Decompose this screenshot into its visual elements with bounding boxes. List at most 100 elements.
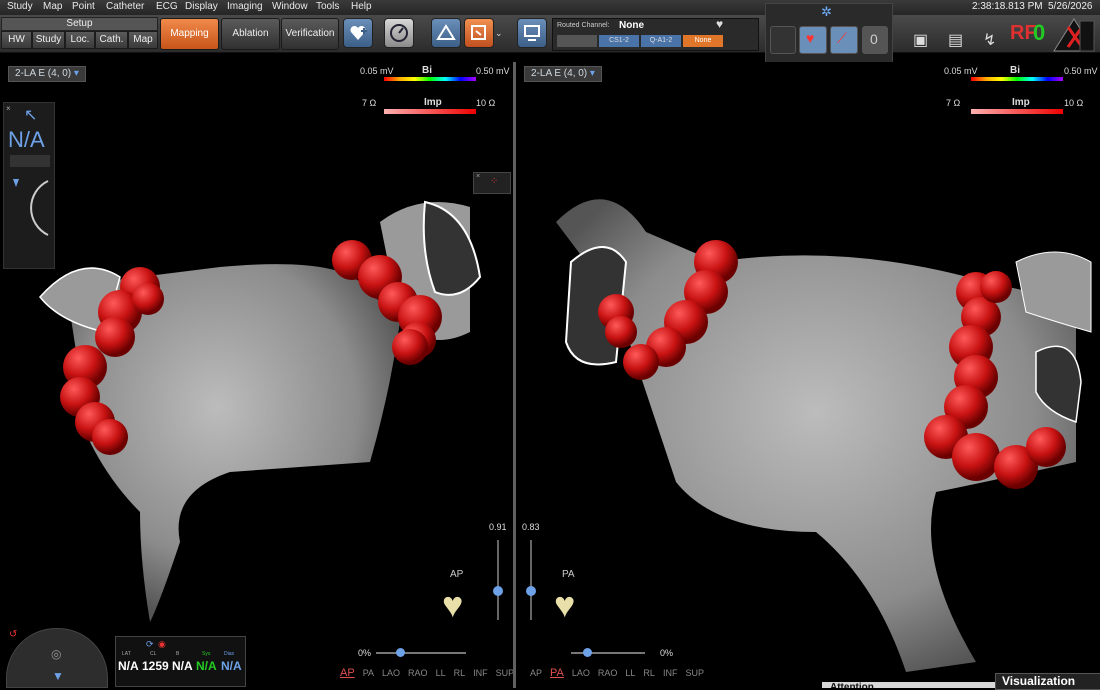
view-pa[interactable]: PA xyxy=(550,667,564,679)
left-heart-orientation-icon[interactable]: ♥ xyxy=(442,584,463,626)
right-map-selector[interactable]: 2-LA E (4, 0) ▾ xyxy=(524,66,602,82)
menu-help[interactable]: Help xyxy=(351,1,372,12)
right-view-presets: AP PA LAO RAO LL RL INF SUP xyxy=(530,667,712,679)
ring-button[interactable] xyxy=(770,26,796,54)
left-bi-name: Bi xyxy=(422,65,432,76)
view-rao[interactable]: RAO xyxy=(598,668,618,678)
right-bi-min: 0.05 mV xyxy=(944,66,978,76)
tab-hw[interactable]: HW xyxy=(1,31,32,49)
right-imp-name: Imp xyxy=(1012,97,1030,108)
view-ap[interactable]: AP xyxy=(340,667,355,679)
gear-icon[interactable]: ✲ xyxy=(821,4,832,20)
right-anatomy xyxy=(556,199,1092,673)
menu-ecg[interactable]: ECG xyxy=(156,1,178,12)
tab-loc[interactable]: Loc. xyxy=(65,31,95,49)
routed-channel-label: Routed Channel: xyxy=(557,22,610,29)
left-zoom-slider[interactable] xyxy=(376,652,466,654)
left-zoom-handle[interactable] xyxy=(396,648,405,657)
right-opacity-value: 0.83 xyxy=(522,522,540,532)
gauge-icon xyxy=(390,24,408,42)
heart-view-button[interactable]: ♥ xyxy=(799,26,827,54)
chevron-down-icon[interactable]: ⌄ xyxy=(495,28,503,39)
view-ll[interactable]: LL xyxy=(436,668,446,678)
snapshot-button[interactable] xyxy=(464,18,494,48)
left-opacity-slider[interactable] xyxy=(497,540,499,620)
right-zoom-handle[interactable] xyxy=(583,648,592,657)
computer-icon: ▣ xyxy=(913,32,929,49)
routed-blank-button[interactable] xyxy=(557,35,597,47)
right-orient-label: PA xyxy=(562,569,575,580)
tab-study[interactable]: Study xyxy=(32,31,65,49)
connector-icon: ↯ xyxy=(983,32,997,49)
menu-display[interactable]: Display xyxy=(185,1,218,12)
sensor-button[interactable] xyxy=(384,18,414,48)
status-date: 5/26/2026 xyxy=(1048,1,1093,12)
heart-add-button[interactable] xyxy=(343,18,373,48)
view-rl[interactable]: RL xyxy=(454,668,466,678)
dots-icon: ⁘ xyxy=(490,176,499,187)
menu-map[interactable]: Map xyxy=(43,1,62,12)
view-ap[interactable]: AP xyxy=(530,668,542,678)
right-bi-name: Bi xyxy=(1010,65,1020,76)
view-ll[interactable]: LL xyxy=(625,668,635,678)
heart-monitor-icon[interactable]: ♥ xyxy=(716,17,723,31)
verification-button[interactable]: Verification xyxy=(281,18,339,50)
mapping-button[interactable]: Mapping xyxy=(160,18,219,50)
tab-map[interactable]: Map xyxy=(128,31,158,49)
menu-tools[interactable]: Tools xyxy=(316,1,339,12)
right-imp-min: 7 Ω xyxy=(946,98,961,108)
display-icon: ▤ xyxy=(948,32,964,49)
routed-qa12-button[interactable]: Q-A1-2 xyxy=(641,35,681,47)
catheter-icon: ⟋ xyxy=(837,30,847,46)
menu-window[interactable]: Window xyxy=(272,1,308,12)
mini-legend[interactable]: × ⁘ xyxy=(473,172,511,194)
view-lao[interactable]: LAO xyxy=(382,668,400,678)
attention-panel[interactable]: Attention xyxy=(822,682,1002,688)
arrow-up-left-icon[interactable]: ↖ xyxy=(24,105,37,125)
menu-imaging[interactable]: Imaging xyxy=(227,1,263,12)
view-rao[interactable]: RAO xyxy=(408,668,428,678)
triangle-view-button[interactable] xyxy=(431,18,461,48)
view-inf[interactable]: INF xyxy=(473,668,488,678)
right-opacity-slider[interactable] xyxy=(530,540,532,620)
reset-icon[interactable]: ↺ xyxy=(9,629,17,640)
menu-point[interactable]: Point xyxy=(72,1,95,12)
view-inf[interactable]: INF xyxy=(663,668,678,678)
color-swatches[interactable] xyxy=(10,155,50,167)
ablation-button[interactable]: Ablation xyxy=(221,18,280,50)
left-tool-panel: × ↖ N/A xyxy=(3,102,55,269)
left-map-selector[interactable]: 2-LA E (4, 0) ▾ xyxy=(8,66,86,82)
routed-cs12-button[interactable]: CS1-2 xyxy=(599,35,639,47)
close-icon[interactable]: × xyxy=(6,104,11,113)
routed-channel-value: None xyxy=(619,20,644,31)
left-opacity-handle[interactable] xyxy=(493,586,503,596)
view-rl[interactable]: RL xyxy=(643,668,655,678)
monitor-icon xyxy=(524,25,540,41)
menu-study[interactable]: Study xyxy=(7,1,33,12)
right-heart-orientation-icon[interactable]: ♥ xyxy=(554,584,575,626)
view-lao[interactable]: LAO xyxy=(572,668,590,678)
refresh-icon[interactable]: ⟳ xyxy=(146,639,154,650)
chevron-down-icon[interactable]: ▼ xyxy=(52,669,64,683)
record-icon[interactable]: ◉ xyxy=(158,639,166,650)
routed-none-button[interactable]: None xyxy=(683,35,723,47)
monitor-button[interactable] xyxy=(517,18,547,48)
right-bi-max: 0.50 mV xyxy=(1064,66,1098,76)
view-sup[interactable]: SUP xyxy=(685,668,704,678)
right-map-label: 2-LA E (4, 0) xyxy=(531,68,588,79)
view-sup[interactable]: SUP xyxy=(496,668,515,678)
cl-value: 1259 xyxy=(142,659,169,673)
close-icon[interactable]: × xyxy=(476,173,480,180)
sys-value: N/A xyxy=(196,659,217,673)
right-map-view[interactable]: 2-LA E (4, 0) ▾ 0.05 mV Bi 0.50 mV 7 Ω I… xyxy=(516,62,1100,688)
menu-catheter[interactable]: Catheter xyxy=(106,1,144,12)
right-opacity-handle[interactable] xyxy=(526,586,536,596)
view-pa[interactable]: PA xyxy=(363,668,374,678)
routed-channel-panel: Routed Channel: None CS1-2 Q-A1-2 None xyxy=(552,18,759,51)
zero-button[interactable]: 0 xyxy=(862,26,888,54)
tab-cath[interactable]: Cath. xyxy=(95,31,128,49)
left-map-view[interactable]: 2-LA E (4, 0) ▾ 0.05 mV Bi 0.50 mV 7 Ω I… xyxy=(0,62,513,688)
catheter-button[interactable]: ⟋ xyxy=(830,26,858,54)
left-imp-min: 7 Ω xyxy=(362,98,377,108)
visualization-panel[interactable]: Visualization xyxy=(995,673,1100,690)
